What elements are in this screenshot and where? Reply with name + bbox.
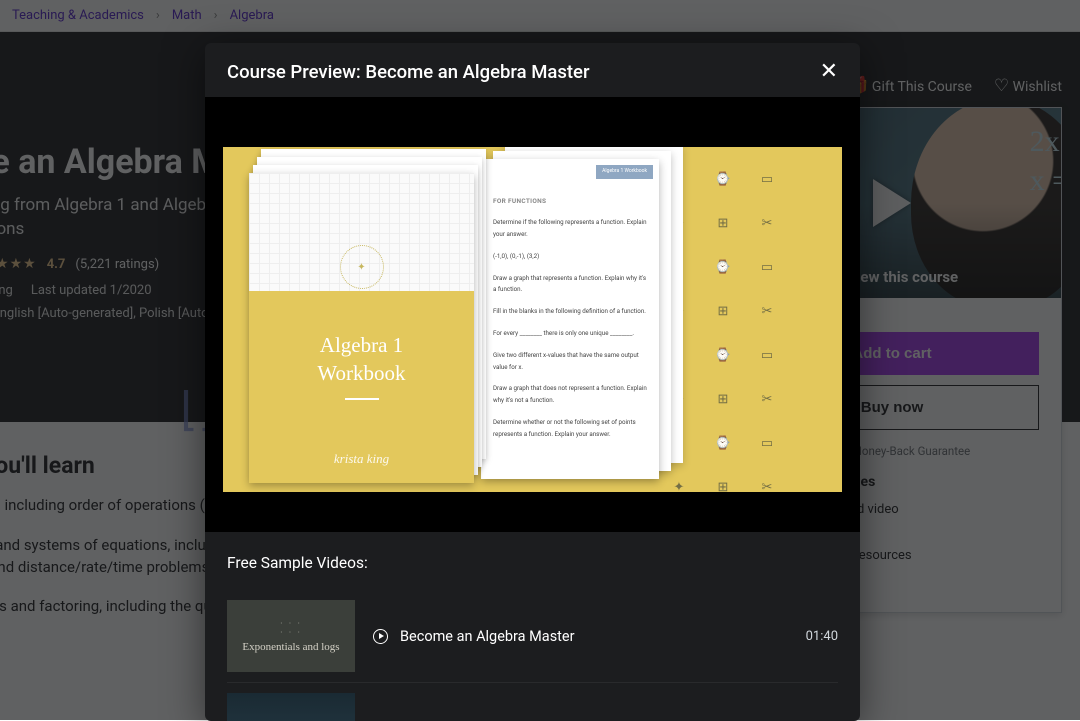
worksheet-line: Draw a graph that represents a function.… bbox=[493, 273, 647, 297]
worksheet-line: Determine if the following represents a … bbox=[493, 217, 647, 241]
sample-title: Become an Algebra Master bbox=[400, 628, 575, 645]
decorative-icon-grid: ✎⌚▭✦⊞✂✎⌚▭✦⊞✂✎⌚▭✦⊞✂✎⌚▭✦⊞✂✎⌚▭✦ bbox=[657, 157, 832, 482]
logo-icon: ✦ bbox=[340, 245, 384, 289]
sample-duration: 01:40 bbox=[806, 629, 838, 644]
worksheet-line: (-1,0), (0,-1), (3,2) bbox=[493, 251, 647, 263]
worksheet-line: Fill in the blanks in the following defi… bbox=[493, 306, 647, 318]
samples-heading: Free Sample Videos: bbox=[227, 554, 838, 572]
sample-videos-section: Free Sample Videos: · · ·· · · Exponenti… bbox=[205, 532, 860, 721]
workbook-title: Workbook bbox=[249, 359, 474, 387]
worksheet-line: Determine whether or not the following s… bbox=[493, 417, 647, 441]
worksheet-line: Give two different x-values that have th… bbox=[493, 350, 647, 374]
modal-title: Course Preview: Become an Algebra Master bbox=[227, 61, 589, 83]
worksheet-heading: FOR FUNCTIONS bbox=[493, 195, 647, 207]
workbook-cover: ✦ Algebra 1 Workbook krista king bbox=[249, 173, 474, 483]
video-frame: ✎⌚▭✦⊞✂✎⌚▭✦⊞✂✎⌚▭✦⊞✂✎⌚▭✦⊞✂✎⌚▭✦ Algebra 1 W… bbox=[223, 147, 842, 492]
workbook-title: Algebra 1 bbox=[249, 331, 474, 359]
thumbnail-label: Exponentials and logs bbox=[242, 641, 339, 653]
worksheet-page-front: Algebra 1 Workbook FOR FUNCTIONS Determi… bbox=[481, 159, 659, 479]
workbook-author: krista king bbox=[249, 451, 474, 467]
sample-video-row[interactable]: · · ·· · · Exponentials and logs Become … bbox=[227, 590, 838, 683]
worksheet-line: Draw a graph that does not represent a f… bbox=[493, 383, 647, 407]
worksheet-line: For every ________ there is only one uni… bbox=[493, 328, 647, 340]
video-thumbnail: · · ·· · · Exponentials and logs bbox=[227, 600, 355, 672]
video-thumbnail bbox=[227, 693, 355, 721]
sample-video-row[interactable] bbox=[227, 683, 838, 721]
preview-video-player[interactable]: ✎⌚▭✦⊞✂✎⌚▭✦⊞✂✎⌚▭✦⊞✂✎⌚▭✦⊞✂✎⌚▭✦ Algebra 1 W… bbox=[205, 97, 860, 532]
play-icon bbox=[373, 629, 388, 644]
close-icon[interactable]: ✕ bbox=[820, 61, 838, 83]
course-preview-modal: Course Preview: Become an Algebra Master… bbox=[205, 43, 860, 721]
